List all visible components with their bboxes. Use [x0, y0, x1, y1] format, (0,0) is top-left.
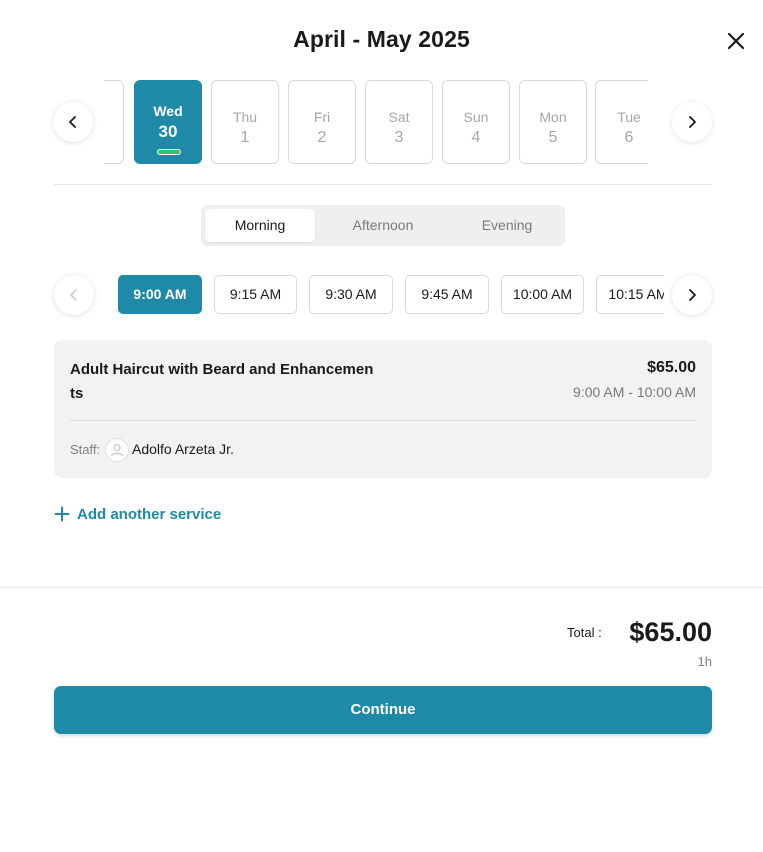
date-dow: Sat [388, 109, 410, 125]
date-day: 5 [548, 129, 558, 146]
date-card[interactable]: Thu 1 [211, 80, 279, 164]
date-card[interactable]: Fri 2 [288, 80, 356, 164]
close-icon [727, 32, 745, 50]
avatar [105, 438, 129, 462]
date-dow: Sun [463, 109, 489, 125]
total-duration: 1h [697, 654, 712, 669]
prev-times-button[interactable] [54, 275, 94, 315]
total-value: $65.00 [629, 617, 712, 647]
service-time-range: 9:00 AM - 10:00 AM [573, 384, 696, 400]
date-day: 2 [317, 129, 327, 146]
chevron-left-icon [70, 289, 77, 301]
date-dow: Thu [232, 109, 258, 125]
close-button[interactable] [722, 27, 750, 55]
staff-name[interactable]: Adolfo Arzeta Jr. [132, 441, 234, 457]
date-dow: Tue [617, 109, 641, 125]
date-card[interactable]: Wed 30 [134, 80, 202, 164]
prev-dates-button[interactable] [53, 102, 93, 142]
section-divider [54, 184, 712, 185]
time-slot[interactable]: 10:00 AM [501, 275, 584, 314]
time-slot[interactable]: 10:15 AM [596, 275, 664, 314]
next-dates-button[interactable] [672, 102, 712, 142]
user-icon [110, 443, 124, 457]
time-slot[interactable]: 9:00 AM [118, 275, 202, 314]
period-option[interactable]: Morning [205, 209, 315, 242]
service-card: Adult Haircut with Beard and Enhancemen … [54, 340, 712, 478]
date-card[interactable]: Tue 6 [595, 80, 648, 164]
period-option[interactable]: Evening [452, 209, 562, 242]
availability-indicator [157, 149, 181, 155]
time-slot[interactable]: 9:45 AM [405, 275, 489, 314]
date-dow: Fri [313, 109, 331, 125]
date-dow: Wed [153, 103, 183, 119]
date-dow: Mon [539, 109, 567, 125]
chevron-right-icon [689, 116, 696, 128]
date-day: 6 [624, 129, 634, 146]
chevron-left-icon [69, 116, 76, 128]
service-price: $65.00 [647, 359, 696, 376]
date-day: 3 [394, 129, 404, 146]
add-service-label: Add another service [77, 505, 222, 523]
date-card[interactable]: Mon 5 [519, 80, 587, 164]
continue-button[interactable]: Continue [54, 686, 712, 734]
time-slot[interactable]: 9:15 AM [214, 275, 297, 314]
next-times-button[interactable] [672, 275, 712, 315]
date-card[interactable]: Sun 4 [442, 80, 510, 164]
date-strip: Wed 30 Thu 1 Fri 2 Sat 3 Sun 4 Mon 5 Tue… [104, 80, 648, 164]
time-slot[interactable]: 9:30 AM [309, 275, 393, 314]
date-card[interactable]: Sat 3 [365, 80, 433, 164]
period-selector: Morning Afternoon Evening [201, 205, 565, 246]
footer-divider [0, 587, 763, 588]
staff-label: Staff: [70, 442, 101, 457]
date-card-previous[interactable] [104, 80, 124, 164]
date-day: 1 [240, 129, 250, 146]
date-day: 30 [158, 122, 178, 141]
add-service-button[interactable]: Add another service [54, 503, 221, 525]
service-divider [70, 420, 696, 421]
page-title: April - May 2025 [293, 26, 470, 52]
plus-icon [54, 506, 70, 522]
total-label: Total : [567, 625, 602, 640]
date-day: 4 [471, 129, 481, 146]
chevron-right-icon [689, 289, 696, 301]
period-option[interactable]: Afternoon [328, 209, 438, 242]
service-name: Adult Haircut with Beard and Enhancemen … [70, 361, 374, 402]
time-slot-strip: 9:00 AM 9:15 AM 9:30 AM 9:45 AM 10:00 AM… [118, 275, 664, 315]
